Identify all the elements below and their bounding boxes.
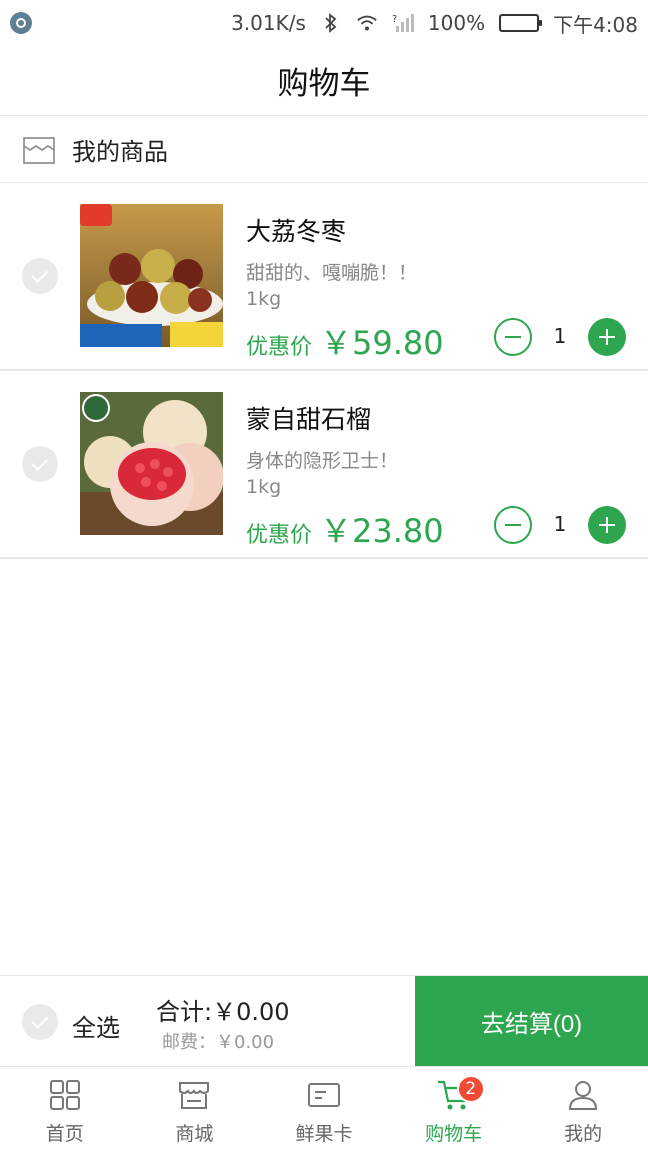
tab-label: 我的 [564,1123,603,1145]
network-speed: 3.01K/s [231,11,306,35]
select-all-label[interactable]: 全选 [72,1008,120,1043]
wifi-icon [356,12,378,34]
shipping-fee: 邮费：￥0.00 [162,1032,275,1053]
cart-item: 蒙自甜石榴 身体的隐形卫士！ 1kg 优惠价 ￥23.80 1 [0,372,648,559]
user-icon [569,1081,598,1110]
bluetooth-icon [320,12,342,34]
app-notification-icon [10,12,32,34]
item-description: 甜甜的、嘎嘣脆！！ [246,262,418,284]
bottom-tab-bar: 首页 商城 鲜果卡 2 购物车 我的 [0,1066,648,1152]
cart-count-badge: 2 [456,1075,485,1103]
price-label: 优惠价 [246,523,313,548]
tab-label: 购物车 [425,1123,483,1145]
quantity-value: 1 [553,512,567,536]
item-description: 身体的隐形卫士！ [246,450,399,472]
tab-home[interactable]: 首页 [0,1067,130,1152]
signal-icon: ? [392,12,414,34]
item-title[interactable]: 蒙自甜石榴 [246,400,371,436]
decrease-quantity-button[interactable] [494,318,532,356]
my-products-header: 我的商品 [0,117,648,183]
tab-label: 首页 [45,1123,84,1145]
select-all-checkbox[interactable] [22,1004,58,1040]
tab-cart[interactable]: 2 购物车 [389,1067,519,1152]
price-value: ￥59.80 [320,324,444,362]
battery-percent: 100% [427,11,486,35]
checkout-bar: 全选 合计:￥0.00 邮费：￥0.00 去结算(0) [0,975,648,1067]
tab-fruit-card[interactable]: 鲜果卡 [259,1067,389,1152]
section-title: 我的商品 [72,138,168,166]
increase-quantity-button[interactable] [588,318,626,356]
product-image-jujube[interactable] [80,204,223,347]
status-bar: 3.01K/s ? 100% 下午4:08 [0,0,648,46]
tab-mall[interactable]: 商城 [130,1067,260,1152]
price-value: ￥23.80 [320,512,444,550]
item-price: 优惠价 ￥59.80 [246,318,444,364]
tab-profile[interactable]: 我的 [518,1067,648,1152]
battery-icon [499,14,543,32]
decrease-quantity-button[interactable] [494,506,532,544]
grid-icon [49,1080,80,1110]
nav-header: 购物车 [0,46,648,116]
shop-icon [23,136,55,164]
price-label: 优惠价 [246,335,313,360]
item-price: 优惠价 ￥23.80 [246,506,444,552]
tab-label: 鲜果卡 [295,1123,353,1145]
increase-quantity-button[interactable] [588,506,626,544]
total-amount: 合计:￥0.00 [156,998,290,1026]
card-icon [307,1083,340,1107]
item-weight: 1kg [246,476,282,498]
product-image-pomegranate[interactable] [80,392,223,535]
tab-label: 商城 [175,1123,214,1145]
cart-item: 大荔冬枣 甜甜的、嘎嘣脆！！ 1kg 优惠价 ￥59.80 1 [0,184,648,371]
checkout-button[interactable]: 去结算(0) [415,976,648,1067]
page-title: 购物车 [277,66,371,102]
store-icon [179,1082,210,1109]
item-weight: 1kg [246,288,282,310]
item-title[interactable]: 大荔冬枣 [246,212,346,248]
quantity-value: 1 [553,324,567,348]
clock: 下午4:08 [553,12,638,37]
svg-text:?: ? [392,14,397,25]
item-select-checkbox[interactable] [22,446,58,482]
item-select-checkbox[interactable] [22,258,58,294]
